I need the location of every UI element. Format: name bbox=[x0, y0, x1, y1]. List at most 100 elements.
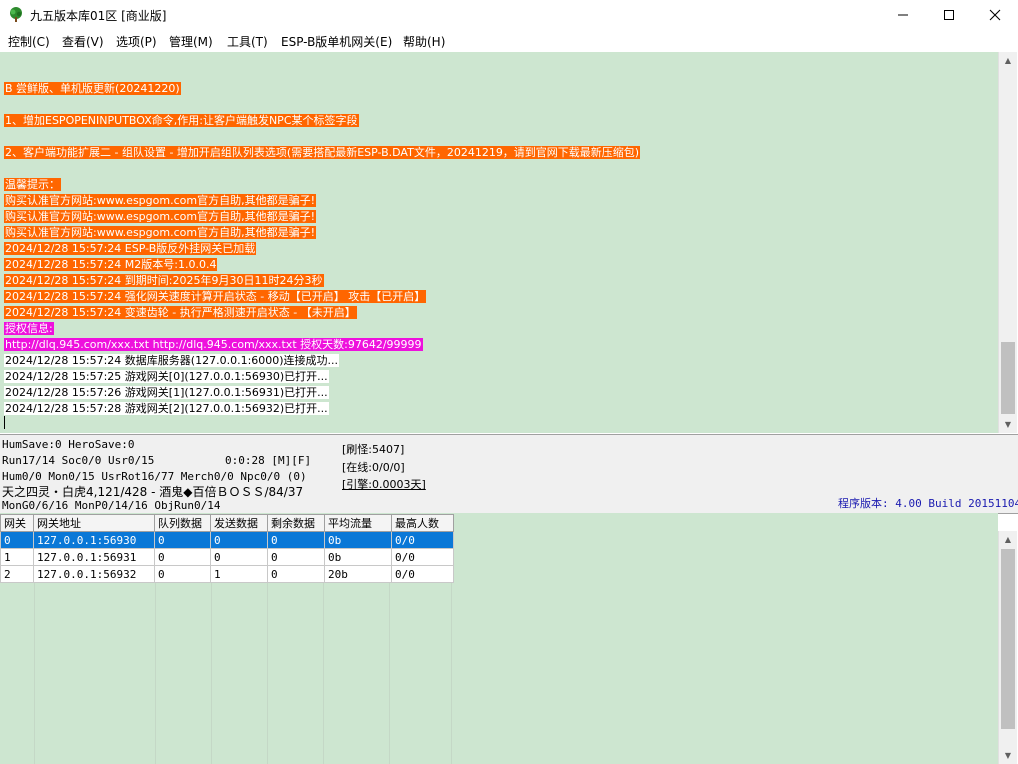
log-line-text: http://dlq.945.com/xxx.txt http://dlq.94… bbox=[4, 338, 423, 351]
log-scrollbar[interactable]: ▲ ▼ bbox=[998, 52, 1017, 433]
maximize-button[interactable] bbox=[926, 0, 972, 30]
log-line: 购买认准官方网站:www.espgom.com官方自助,其他都是骗子! bbox=[4, 210, 316, 224]
column-header[interactable]: 网关 bbox=[0, 514, 34, 532]
log-line: 购买认准官方网站:www.espgom.com官方自助,其他都是骗子! bbox=[4, 226, 316, 240]
menu-tools[interactable]: 工具(T) bbox=[227, 33, 268, 50]
tree-icon bbox=[10, 7, 22, 22]
table-cell: 0 bbox=[210, 548, 268, 566]
program-version: 程序版本: 4.00 Build 20151104 bbox=[838, 497, 1018, 510]
arrow-up-icon[interactable]: ▲ bbox=[999, 52, 1017, 69]
log-panel[interactable]: B 尝鲜版、单机版更新(20241220) 1、增加ESPOPENINPUTBOX… bbox=[0, 52, 998, 433]
map-monster-stats: 天之四灵・白虎4,121/428 - 酒鬼◆百倍ＢＯＳＳ/84/37 bbox=[2, 485, 304, 499]
monster-process-stats: MonG0/6/16 MonP0/14/16 ObjRun0/14 bbox=[2, 499, 221, 512]
table-cell: 2 bbox=[0, 565, 34, 583]
save-stats: HumSave:0 HeroSave:0 bbox=[2, 438, 135, 451]
table-cell: 0 bbox=[210, 531, 268, 549]
log-line: 2024/12/28 15:57:24 ESP-B版反外挂网关已加载 bbox=[4, 242, 257, 256]
menu-espb-gateway[interactable]: ESP-B版单机网关(E) bbox=[281, 33, 392, 50]
minimize-icon bbox=[898, 14, 908, 16]
close-icon bbox=[989, 9, 1001, 21]
table-cell: 0 bbox=[154, 548, 211, 566]
menu-bar: 控制(C) 查看(V) 选项(P) 管理(M) 工具(T) ESP-B版单机网关… bbox=[0, 30, 1018, 51]
table-cell: 127.0.0.1:56932 bbox=[33, 565, 155, 583]
log-line: 2024/12/28 15:57:24 强化网关速度计算开启状态 - 移动【已开… bbox=[4, 290, 427, 304]
log-scroll-thumb[interactable] bbox=[1001, 342, 1015, 414]
log-line-text: 购买认准官方网站:www.espgom.com官方自助,其他都是骗子! bbox=[4, 210, 316, 223]
table-cell: 0/0 bbox=[391, 548, 454, 566]
log-line-text: 授权信息: bbox=[4, 322, 54, 335]
menu-manage[interactable]: 管理(M) bbox=[169, 33, 213, 50]
title-bar[interactable]: 九五版本库01区 [商业版] bbox=[0, 0, 1018, 30]
text-caret bbox=[4, 416, 5, 429]
maximize-icon bbox=[944, 10, 954, 20]
log-line: 2024/12/28 15:57:24 变速齿轮 - 执行严格测速开启状态 - … bbox=[4, 306, 357, 320]
log-line-text: 2024/12/28 15:57:24 变速齿轮 - 执行严格测速开启状态 - … bbox=[4, 306, 357, 319]
table-scrollbar[interactable]: ▲ ▼ bbox=[998, 531, 1017, 764]
table-scroll-thumb[interactable] bbox=[1001, 549, 1015, 729]
menu-options[interactable]: 选项(P) bbox=[116, 33, 157, 50]
menu-control[interactable]: 控制(C) bbox=[8, 33, 50, 50]
table-cell: 127.0.0.1:56931 bbox=[33, 548, 155, 566]
gateway-panel: 网关 网关地址 队列数据 发送数据 剩余数据 平均流量 最高人数 0 127.0.… bbox=[0, 513, 998, 764]
table-row[interactable]: 1 127.0.0.1:56931 0 0 0 0b 0/0 bbox=[0, 548, 454, 566]
log-line-text: 2024/12/28 15:57:24 强化网关速度计算开启状态 - 移动【已开… bbox=[4, 290, 427, 303]
table-cell: 127.0.0.1:56930 bbox=[33, 531, 155, 549]
table-cell: 0 bbox=[154, 531, 211, 549]
column-header[interactable]: 平均流量 bbox=[324, 514, 392, 532]
log-line: 2024/12/28 15:57:28 游戏网关[2](127.0.0.1:56… bbox=[4, 402, 329, 416]
log-line: http://dlq.945.com/xxx.txt http://dlq.94… bbox=[4, 338, 423, 352]
runtime: 0:0:28 [M][F] bbox=[225, 454, 312, 467]
log-line-text: 购买认准官方网站:www.espgom.com官方自助,其他都是骗子! bbox=[4, 226, 316, 239]
log-line: 授权信息: bbox=[4, 322, 54, 336]
column-header[interactable]: 最高人数 bbox=[391, 514, 454, 532]
menu-view[interactable]: 查看(V) bbox=[62, 33, 104, 50]
table-header-row: 网关 网关地址 队列数据 发送数据 剩余数据 平均流量 最高人数 bbox=[0, 514, 454, 532]
table-cell: 0b bbox=[324, 548, 392, 566]
online-label: [在线:0/0/0] bbox=[342, 461, 405, 474]
log-line: 2、客户端功能扩展二 - 组队设置 - 增加开启组队列表选项(需要搭配最新ESP… bbox=[4, 146, 641, 160]
minimize-button[interactable] bbox=[880, 0, 926, 30]
window-title: 九五版本库01区 [商业版] bbox=[30, 9, 167, 23]
table-row[interactable]: 2 127.0.0.1:56932 0 1 0 20b 0/0 bbox=[0, 565, 454, 583]
table-cell: 0 bbox=[154, 565, 211, 583]
log-line-text: 2024/12/28 15:57:24 ESP-B版反外挂网关已加载 bbox=[4, 242, 257, 255]
engine-label: [引擎:0.0003天] bbox=[342, 478, 426, 491]
log-line: 2024/12/28 15:57:24 到期时间:2025年9月30日11时24… bbox=[4, 274, 324, 288]
arrow-down-icon[interactable]: ▼ bbox=[999, 747, 1017, 764]
empty-grid bbox=[34, 583, 452, 764]
log-line-text: 2024/12/28 15:57:24 M2版本号:1.0.0.4 bbox=[4, 258, 218, 271]
gateway-table: 网关 网关地址 队列数据 发送数据 剩余数据 平均流量 最高人数 0 127.0.… bbox=[0, 514, 454, 583]
object-stats: Hum0/0 Mon0/15 UsrRot16/77 Merch0/0 Npc0… bbox=[2, 470, 307, 483]
close-button[interactable] bbox=[972, 0, 1018, 30]
log-line-text: 2024/12/28 15:57:28 游戏网关[2](127.0.0.1:56… bbox=[4, 402, 329, 415]
log-line: 2024/12/28 15:57:25 游戏网关[0](127.0.0.1:56… bbox=[4, 370, 329, 384]
column-header[interactable]: 剩余数据 bbox=[267, 514, 325, 532]
arrow-down-icon[interactable]: ▼ bbox=[999, 416, 1017, 433]
table-cell: 0 bbox=[0, 531, 34, 549]
table-cell: 0/0 bbox=[391, 531, 454, 549]
log-line-text: 2024/12/28 15:57:26 游戏网关[1](127.0.0.1:56… bbox=[4, 386, 329, 399]
run-stats: Run17/14 Soc0/0 Usr0/15 bbox=[2, 454, 155, 467]
log-line-text: 2024/12/28 15:57:25 游戏网关[0](127.0.0.1:56… bbox=[4, 370, 329, 383]
log-line: B 尝鲜版、单机版更新(20241220) bbox=[4, 82, 181, 96]
table-cell: 0 bbox=[267, 548, 325, 566]
menu-help[interactable]: 帮助(H) bbox=[403, 33, 445, 50]
column-header[interactable]: 队列数据 bbox=[154, 514, 211, 532]
table-cell: 20b bbox=[324, 565, 392, 583]
column-header[interactable]: 网关地址 bbox=[33, 514, 155, 532]
log-line-text: 温馨提示： bbox=[4, 178, 61, 191]
table-cell: 0 bbox=[267, 565, 325, 583]
column-header[interactable]: 发送数据 bbox=[210, 514, 268, 532]
log-line-text: 2024/12/28 15:57:24 到期时间:2025年9月30日11时24… bbox=[4, 274, 324, 287]
log-line: 1、增加ESPOPENINPUTBOX命令,作用:让客户端触发NPC某个标签字段 bbox=[4, 114, 359, 128]
arrow-up-icon[interactable]: ▲ bbox=[999, 531, 1017, 548]
table-cell: 0/0 bbox=[391, 565, 454, 583]
log-line: 2024/12/28 15:57:24 数据库服务器(127.0.0.1:600… bbox=[4, 354, 340, 368]
table-cell: 1 bbox=[0, 548, 34, 566]
log-line-text: 1、增加ESPOPENINPUTBOX命令,作用:让客户端触发NPC某个标签字段 bbox=[4, 114, 359, 127]
log-line: 2024/12/28 15:57:24 M2版本号:1.0.0.4 bbox=[4, 258, 218, 272]
log-line-text: B 尝鲜版、单机版更新(20241220) bbox=[4, 82, 181, 95]
refresh-monsters-label: [刷怪:5407] bbox=[342, 443, 405, 456]
table-row[interactable]: 0 127.0.0.1:56930 0 0 0 0b 0/0 bbox=[0, 531, 454, 549]
status-panel: HumSave:0 HeroSave:0 Run17/14 Soc0/0 Usr… bbox=[0, 434, 1018, 514]
